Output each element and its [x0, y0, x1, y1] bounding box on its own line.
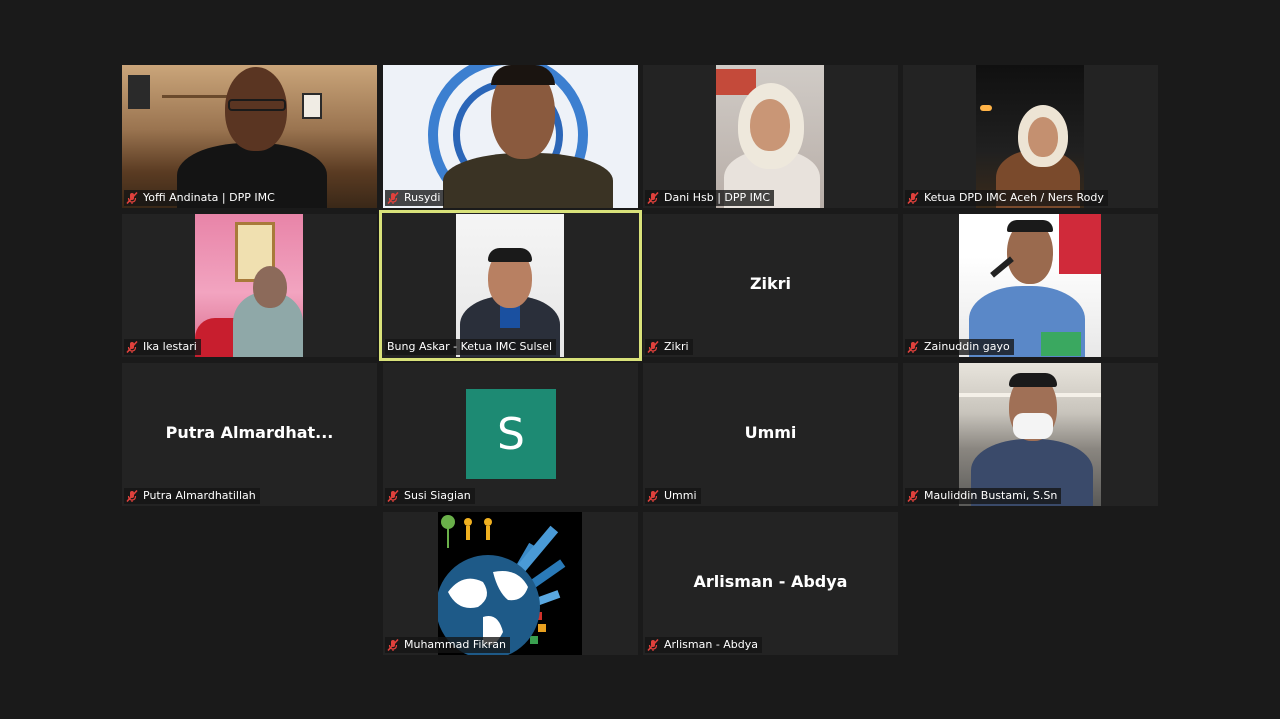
participant-display-name: Arlisman - Abdya [693, 572, 848, 591]
participant-name-label: Putra Almardhatillah [124, 488, 260, 504]
participant-name-label: Muhammad Fikran [385, 637, 511, 653]
participant-video [383, 65, 638, 208]
mic-muted-icon [647, 341, 659, 353]
participant-name: Susi Siagian [404, 489, 471, 502]
mic-muted-icon [907, 341, 919, 353]
participant-video [716, 65, 824, 208]
avatar-letter: S [497, 408, 525, 460]
mic-muted-icon [647, 192, 659, 204]
participant-name-label: Rusydi [385, 190, 445, 206]
participant-name-label: Ummi [645, 488, 701, 504]
mic-muted-icon [387, 192, 399, 204]
participant-video [456, 214, 564, 357]
mic-muted-icon [126, 192, 138, 204]
mic-muted-icon [126, 341, 138, 353]
participant-name-label: Mauliddin Bustami, S.Sn [905, 488, 1062, 504]
participant-name: Dani Hsb | DPP IMC [664, 191, 771, 204]
participant-name-label: Zainuddin gayo [905, 339, 1014, 355]
participant-video [976, 65, 1084, 208]
participant-tile[interactable]: Muhammad Fikran [383, 512, 638, 655]
participant-name: Ika lestari [143, 340, 197, 353]
participant-tile[interactable]: Zainuddin gayo [903, 214, 1158, 357]
participant-tile[interactable]: Putra Almardhat... Putra Almardhatillah [122, 363, 377, 506]
mic-muted-icon [647, 490, 659, 502]
mic-muted-icon [907, 192, 919, 204]
participant-name: Putra Almardhatillah [143, 489, 256, 502]
participant-name-label: Susi Siagian [385, 488, 475, 504]
participant-tile[interactable]: Dani Hsb | DPP IMC [643, 65, 898, 208]
participant-tile[interactable]: Zikri Zikri [643, 214, 898, 357]
participant-video [959, 363, 1101, 506]
participant-name: Muhammad Fikran [404, 638, 507, 651]
participant-tile[interactable]: Ummi Ummi [643, 363, 898, 506]
participant-tile[interactable]: Arlisman - Abdya Arlisman - Abdya [643, 512, 898, 655]
mic-muted-icon [907, 490, 919, 502]
participant-tile[interactable]: Mauliddin Bustami, S.Sn [903, 363, 1158, 506]
mic-muted-icon [647, 639, 659, 651]
mic-muted-icon [387, 639, 399, 651]
participant-tile-active-speaker[interactable]: Bung Askar - Ketua IMC Sulsel [379, 210, 642, 361]
participant-display-name: Ummi [744, 423, 797, 442]
participant-name-label: Dani Hsb | DPP IMC [645, 190, 775, 206]
participant-name: Arlisman - Abdya [664, 638, 759, 651]
participant-name-label: Ika lestari [124, 339, 201, 355]
avatar: S [466, 389, 556, 479]
participant-name: Mauliddin Bustami, S.Sn [924, 489, 1058, 502]
participant-name-label: Arlisman - Abdya [645, 637, 763, 653]
participant-video [438, 512, 582, 655]
mic-muted-icon [126, 490, 138, 502]
participant-display-name: Putra Almardhat... [165, 423, 334, 442]
globe-icon [438, 512, 582, 655]
participant-tile[interactable]: Ika lestari [122, 214, 377, 357]
participant-name-label: Yoffi Andinata | DPP IMC [124, 190, 279, 206]
participant-video [195, 214, 303, 357]
participant-name: Bung Askar - Ketua IMC Sulsel [387, 340, 553, 353]
participant-video [122, 65, 377, 208]
participant-name-label: Ketua DPD IMC Aceh / Ners Rody [905, 190, 1108, 206]
participant-name: Zainuddin gayo [924, 340, 1010, 353]
participant-tile[interactable]: Rusydi [383, 65, 638, 208]
participant-name-label: Bung Askar - Ketua IMC Sulsel [385, 339, 557, 355]
participant-name: Ummi [664, 489, 697, 502]
participant-display-name: Zikri [749, 274, 792, 293]
participant-video [959, 214, 1101, 357]
participant-tile[interactable]: Ketua DPD IMC Aceh / Ners Rody [903, 65, 1158, 208]
participant-name: Ketua DPD IMC Aceh / Ners Rody [924, 191, 1104, 204]
participant-tile[interactable]: Yoffi Andinata | DPP IMC [122, 65, 377, 208]
participant-name: Rusydi [404, 191, 441, 204]
participant-name: Yoffi Andinata | DPP IMC [143, 191, 275, 204]
participant-name: Zikri [664, 340, 689, 353]
mic-muted-icon [387, 490, 399, 502]
participant-name-label: Zikri [645, 339, 693, 355]
participant-tile[interactable]: S Susi Siagian [383, 363, 638, 506]
